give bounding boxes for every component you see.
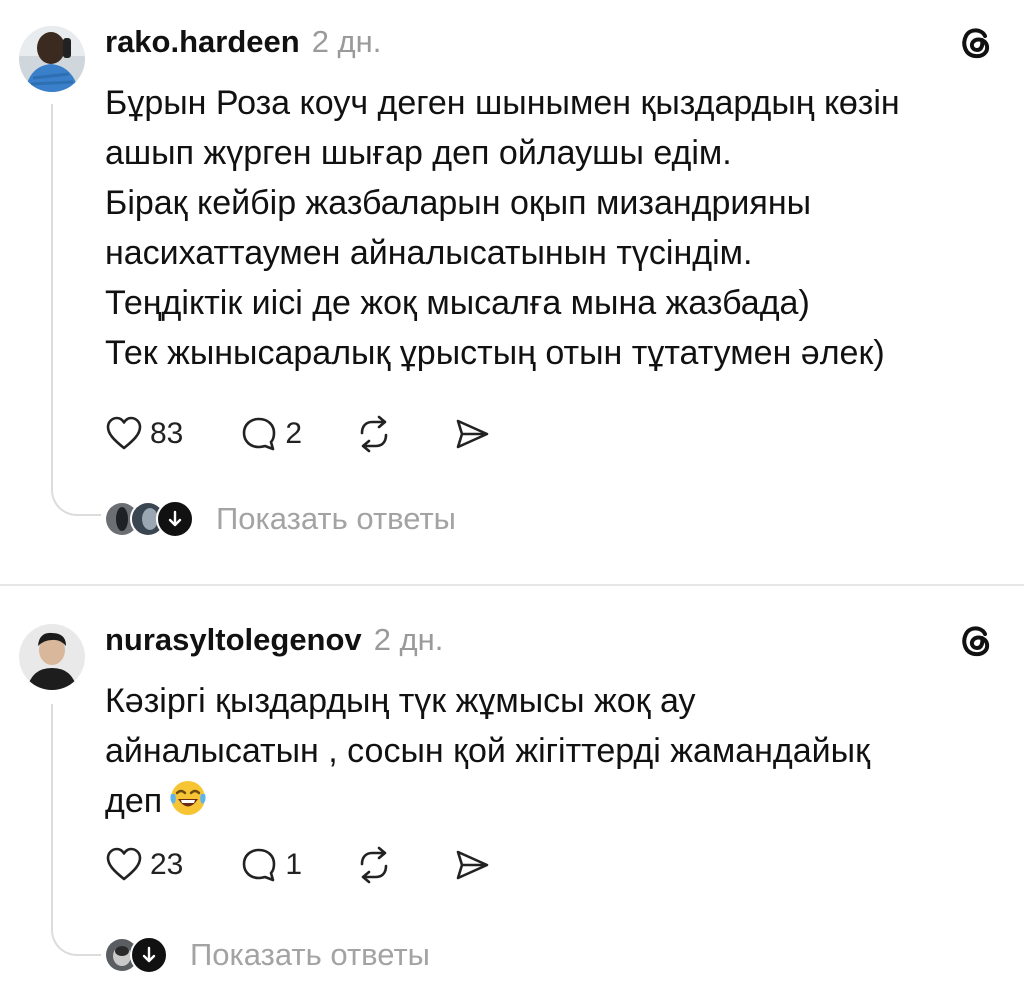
arrow-down-icon <box>156 500 194 538</box>
like-count: 23 <box>150 848 184 881</box>
post-text-line: айналысатын , сосын қой жігіттерді жаман… <box>105 732 870 770</box>
post-header: nurasyltolegenov 2 дн. <box>105 622 443 658</box>
show-replies-link[interactable]: Показать ответы <box>190 937 430 973</box>
thread-line-hook <box>51 924 101 956</box>
post-text-line: деп <box>105 776 985 832</box>
timestamp: 2 дн. <box>373 622 444 657</box>
comment-button[interactable]: 1 <box>239 845 302 885</box>
show-replies-link[interactable]: Показать ответы <box>216 501 456 537</box>
comment-count: 1 <box>285 848 303 881</box>
post-header: rako.hardeen 2 дн. <box>105 24 381 60</box>
action-bar: 23 1 <box>104 841 492 889</box>
comment-button[interactable]: 2 <box>239 414 302 454</box>
face-with-tears-of-joy-icon <box>168 778 208 832</box>
repost-button[interactable] <box>354 845 394 885</box>
show-replies-row[interactable]: Показать ответы <box>104 936 430 974</box>
post-text-line: Бұрын Роза коуч деген шынымен қыздардың … <box>105 84 900 122</box>
like-button[interactable]: 23 <box>104 845 183 885</box>
post-nurasyltolegenov: nurasyltolegenov 2 дн. Кәзіргі қыздардың… <box>0 586 1024 1003</box>
thread-line-hook <box>51 484 101 516</box>
like-button[interactable]: 83 <box>104 414 183 454</box>
post-text-line: ашып жүрген шығар деп ойлаушы едім. <box>105 134 732 172</box>
post-text: Кәзіргі қыздардың түк жұмысы жоқ ау айна… <box>105 676 985 832</box>
share-button[interactable] <box>452 845 492 885</box>
show-replies-row[interactable]: Показать ответы <box>104 500 456 538</box>
send-icon <box>452 414 492 454</box>
comment-count: 2 <box>285 417 303 450</box>
comment-bubble-icon <box>239 845 279 885</box>
repost-icon <box>354 845 394 885</box>
post-rako-hardeen: rako.hardeen 2 дн. Бұрын Роза коуч деген… <box>0 0 1024 584</box>
share-button[interactable] <box>452 414 492 454</box>
arrow-down-icon <box>130 936 168 974</box>
post-text-line: насихаттаумен айналысатынын түсіндім. <box>105 234 753 272</box>
send-icon <box>452 845 492 885</box>
post-text-line: Тек жынысаралық ұрыстың отын тұтатумен ә… <box>105 334 885 372</box>
heart-icon <box>104 414 144 454</box>
repost-icon <box>354 414 394 454</box>
avatar-rako-hardeen[interactable] <box>19 26 85 92</box>
thread-line <box>51 104 53 486</box>
action-bar: 83 2 <box>104 410 492 458</box>
comment-bubble-icon <box>239 414 279 454</box>
threads-logo-icon[interactable] <box>956 620 996 660</box>
timestamp: 2 дн. <box>311 24 382 59</box>
heart-icon <box>104 845 144 885</box>
thread-line <box>51 704 53 926</box>
repost-button[interactable] <box>354 414 394 454</box>
username[interactable]: rako.hardeen <box>105 24 300 60</box>
threads-logo-icon[interactable] <box>956 22 996 62</box>
post-text-line: Теңдіктік иісі де жоқ мысалға мына жазба… <box>105 284 810 322</box>
post-text-line: Кәзіргі қыздардың түк жұмысы жоқ ау <box>105 682 696 720</box>
post-text-fragment: деп <box>105 782 163 820</box>
username[interactable]: nurasyltolegenov <box>105 622 362 658</box>
post-text-line: Бірақ кейбір жазбаларын оқып мизандрияны <box>105 184 812 222</box>
like-count: 83 <box>150 417 184 450</box>
post-text: Бұрын Роза коуч деген шынымен қыздардың … <box>105 78 985 378</box>
avatar-nurasyltolegenov[interactable] <box>19 624 85 690</box>
